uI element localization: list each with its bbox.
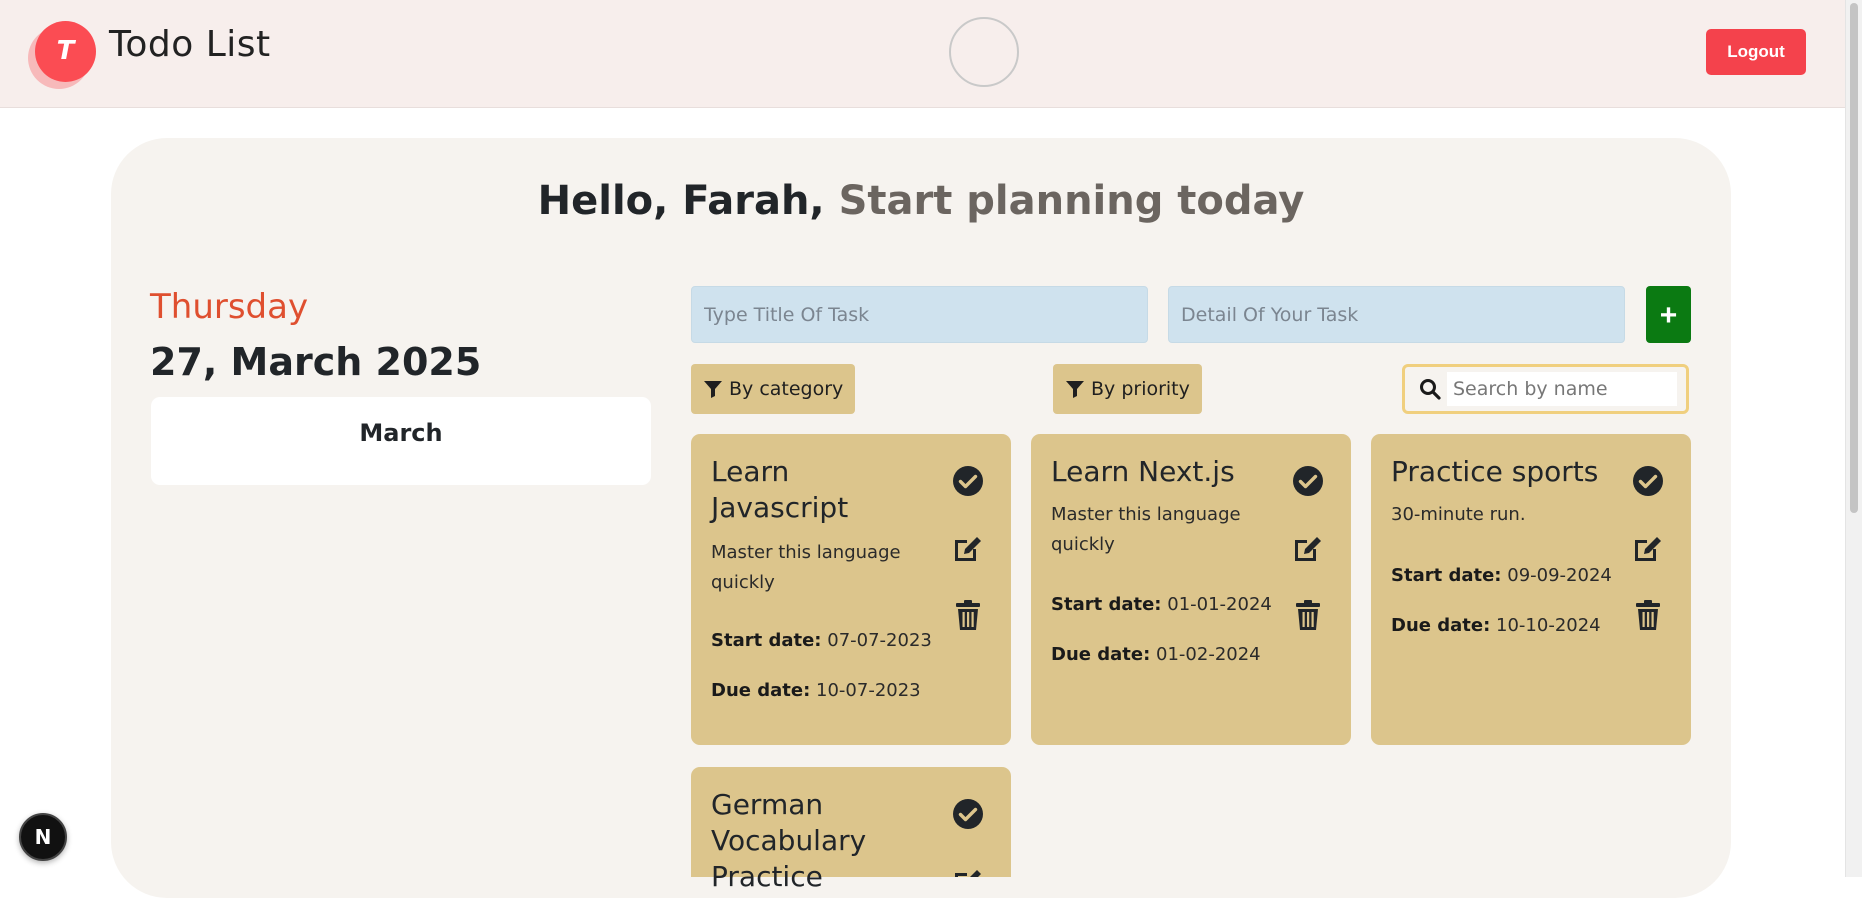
trash-icon — [956, 600, 980, 630]
filter-by-category-label: By category — [729, 378, 844, 400]
search-box — [1402, 364, 1689, 414]
due-date-value: 10-07-2023 — [816, 680, 921, 701]
task-card: Learn Javascript Master this language qu… — [691, 434, 1011, 745]
current-day: Thursday — [150, 287, 309, 327]
check-circle-icon — [1633, 466, 1663, 496]
due-date-label: Due date: — [1051, 644, 1151, 665]
task-detail: Master this language quickly — [1051, 504, 1241, 555]
delete-task-button[interactable] — [951, 598, 985, 632]
complete-task-button[interactable] — [1631, 464, 1665, 498]
complete-task-button[interactable] — [1291, 464, 1325, 498]
check-circle-icon — [1293, 466, 1323, 496]
current-date: 27, March 2025 — [150, 340, 482, 384]
calendar-month: March — [359, 419, 443, 447]
delete-task-button[interactable] — [1631, 598, 1665, 632]
complete-task-button[interactable] — [951, 464, 985, 498]
task-due-date: Due date: 10-07-2023 — [711, 680, 921, 701]
edit-icon — [955, 870, 981, 877]
start-date-label: Start date: — [1391, 565, 1502, 586]
start-date-label: Start date: — [1051, 594, 1162, 615]
task-card: German Vocabulary Practice — [691, 767, 1011, 893]
calendar-widget[interactable]: March — [151, 397, 651, 485]
logo: T — [28, 21, 98, 89]
delete-task-button[interactable] — [1291, 598, 1325, 632]
start-date-value: 07-07-2023 — [827, 630, 932, 651]
due-date-label: Due date: — [711, 680, 811, 701]
search-icon — [1420, 379, 1441, 400]
page-scrollbar[interactable] — [1845, 0, 1862, 877]
filter-by-category-button[interactable]: By category — [691, 364, 856, 414]
filter-by-priority-button[interactable]: By priority — [1053, 364, 1202, 414]
nextjs-dev-badge[interactable]: N — [19, 813, 67, 861]
add-task-button[interactable]: + — [1646, 286, 1691, 343]
task-detail: Master this language quickly — [711, 542, 901, 593]
top-navbar: T Todo List Logout — [0, 0, 1846, 108]
task-title: Learn Next.js — [1051, 455, 1235, 488]
filter-icon — [1066, 381, 1084, 398]
check-circle-icon — [953, 466, 983, 496]
edit-icon — [1295, 537, 1321, 561]
start-date-label: Start date: — [711, 630, 822, 651]
task-title: Practice sports — [1391, 455, 1599, 488]
trash-icon — [1636, 600, 1660, 630]
task-start-date: Start date: 01-01-2024 — [1051, 594, 1272, 615]
complete-task-button[interactable] — [951, 797, 985, 831]
task-title-input[interactable] — [691, 286, 1148, 343]
logout-button[interactable]: Logout — [1706, 29, 1806, 75]
task-title: Learn Javascript — [711, 455, 849, 524]
due-date-value: 10-10-2024 — [1496, 615, 1601, 636]
scrollbar-thumb[interactable] — [1850, 3, 1858, 513]
filter-by-priority-label: By priority — [1091, 378, 1190, 400]
trash-icon — [1296, 600, 1320, 630]
due-date-label: Due date: — [1391, 615, 1491, 636]
edit-task-button[interactable] — [951, 531, 985, 565]
task-due-date: Due date: 01-02-2024 — [1051, 644, 1261, 665]
task-title: German Vocabulary Practice — [711, 788, 867, 893]
task-card: Practice sports 30-minute run. Start dat… — [1371, 434, 1691, 745]
edit-icon — [1635, 537, 1661, 561]
task-start-date: Start date: 09-09-2024 — [1391, 565, 1612, 586]
greeting-subtitle: Start planning today — [838, 178, 1305, 224]
logo-letter: T — [35, 21, 96, 82]
task-card: Learn Next.js Master this language quick… — [1031, 434, 1351, 745]
edit-icon — [955, 537, 981, 561]
due-date-value: 01-02-2024 — [1156, 644, 1261, 665]
avatar[interactable] — [949, 17, 1019, 87]
task-due-date: Due date: 10-10-2024 — [1391, 615, 1601, 636]
greeting-hello: Hello, Farah, — [537, 178, 825, 224]
start-date-value: 09-09-2024 — [1507, 565, 1612, 586]
search-input[interactable] — [1447, 372, 1677, 406]
edit-task-button[interactable] — [951, 864, 985, 877]
filter-icon — [704, 381, 722, 398]
check-circle-icon — [953, 799, 983, 829]
task-start-date: Start date: 07-07-2023 — [711, 630, 932, 651]
edit-task-button[interactable] — [1631, 531, 1665, 565]
task-detail: 30-minute run. — [1391, 504, 1526, 525]
app-title: Todo List — [109, 24, 271, 65]
edit-task-button[interactable] — [1291, 531, 1325, 565]
greeting-heading: Hello, Farah, Start planning today — [0, 178, 1842, 224]
start-date-value: 01-01-2024 — [1167, 594, 1272, 615]
task-detail-input[interactable] — [1168, 286, 1625, 343]
